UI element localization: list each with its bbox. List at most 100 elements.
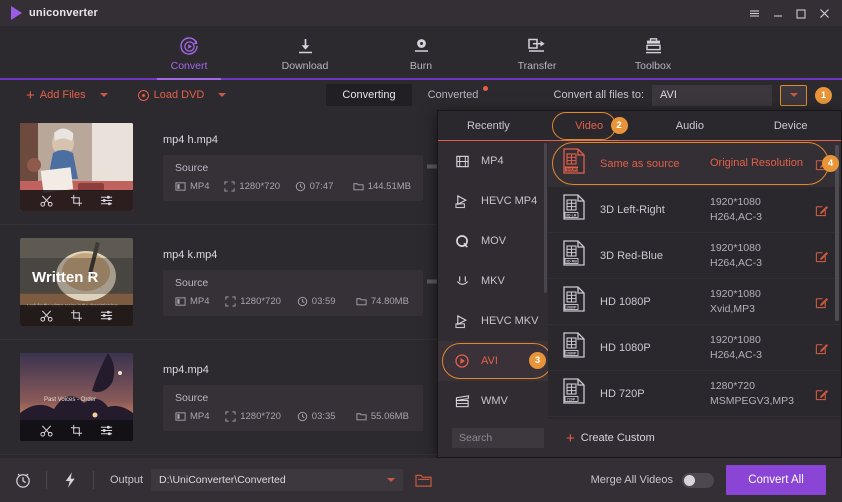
effect-icon[interactable] [100,424,113,437]
nav-item-toolbox[interactable]: Toolbox [615,32,691,72]
file-thumbnail[interactable] [20,123,133,211]
chevron-down-icon [789,93,798,97]
crop-icon[interactable] [70,424,83,437]
schedule-icon[interactable] [0,471,46,489]
preset-resolution: 1920*1080 [710,333,761,346]
hevc-mkv-icon [452,314,472,329]
resolution-icon [224,180,235,192]
nav-item-download[interactable]: Download [267,32,343,72]
add-files-caret-icon[interactable] [99,93,108,97]
format-select-caret-button[interactable] [780,84,807,106]
preset-name: HD 720P [600,387,645,400]
file-duration-value: 07:47 [309,180,334,192]
effect-icon[interactable] [100,194,113,207]
file-resolution-value: 1280*720 [239,180,281,192]
preset-hd-720p[interactable]: 720P HD 720P 1280*720 MSMPEGV3,MP3 [548,371,841,417]
crop-icon[interactable] [70,309,83,322]
source-file-icon: SOURCE [562,148,586,179]
file-thumbnail[interactable]: Past Voices - Order [20,353,133,441]
plus-icon: + [566,429,575,447]
hardware-acceleration-icon[interactable] [47,471,93,489]
file-size: 74.80MB [356,296,411,307]
preset-hd-1080p-xvid[interactable]: 1080P HD 1080P 1920*1080 Xvid,MP3 [548,279,841,325]
crop-icon[interactable] [70,194,83,207]
trim-icon[interactable] [40,309,53,322]
tab-converting[interactable]: Converting [326,84,412,106]
edit-preset-icon[interactable] [815,387,829,401]
preset-hd-1080p-h264[interactable]: 1080P HD 1080P 1920*1080 H264,AC-3 [548,325,841,371]
3d-lr-file-icon: 3D LR [562,194,586,225]
tab-recently[interactable]: Recently [438,111,539,141]
menu-icon[interactable] [748,7,761,20]
load-dvd-caret-icon[interactable] [218,93,227,97]
preset-name: 3D Red-Blue [600,249,663,262]
edit-preset-icon[interactable] [815,249,829,263]
close-button[interactable] [818,7,831,20]
preset-spec: 1920*1080 H264,AC-3 [710,241,815,271]
convert-all-label: Convert All [748,474,804,486]
tab-audio[interactable]: Audio [640,111,741,141]
edit-preset-icon[interactable] [815,295,829,309]
file-resolution-value: 1280*720 [240,295,281,307]
format-item-hevc-mkv[interactable]: HEVC MKV [438,301,548,341]
effect-icon[interactable] [100,309,113,322]
load-dvd-button[interactable]: Load DVD [134,89,209,101]
wmv-icon [452,394,472,409]
preset-list-scrollbar[interactable] [835,145,839,321]
mkv-icon [452,274,472,289]
output-path-select[interactable]: D:\UniConverter\Converted [151,469,404,491]
create-custom-button[interactable]: + Create Custom [566,431,655,446]
resolution-icon [225,295,236,307]
format-item-avi[interactable]: AVI 3 [438,341,548,381]
preset-3d-left-right[interactable]: 3D LR 3D Left-Right 1920*1080 H264,AC-3 [548,187,841,233]
tab-converted[interactable]: Converted [412,84,495,106]
file-container: MP4 [175,181,220,192]
format-dropdown-panel: Recently Video 2 Audio Device MP4 HEVC M… [437,110,842,458]
format-label: HEVC MKV [481,315,539,327]
file-resolution: 1280*720 [225,411,293,422]
svg-text:1080P: 1080P [566,351,577,355]
preset-name: Same as source [600,157,680,170]
format-item-mp4[interactable]: MP4 [438,141,548,181]
divider [93,471,94,489]
preset-same-as-source[interactable]: SOURCE Same as source Original Resolutio… [548,141,841,187]
merge-all-videos-toggle[interactable] [682,472,714,488]
load-dvd-label: Load DVD [153,89,205,101]
svg-text:720P: 720P [567,397,576,401]
nav-item-burn[interactable]: Burn [383,32,459,72]
nav-item-transfer[interactable]: Transfer [499,32,575,72]
svg-text:1080P: 1080P [566,305,577,309]
preset-list[interactable]: SOURCE Same as source Original Resolutio… [548,141,841,419]
open-folder-icon[interactable] [415,473,432,488]
hevc-mp4-icon [452,194,472,209]
mp4-icon [452,154,472,169]
nav-label-toolbox: Toolbox [634,60,672,72]
mov-icon [452,234,472,249]
maximize-button[interactable] [795,7,807,20]
format-item-hevc-mp4[interactable]: HEVC MP4 [438,181,548,221]
edit-preset-icon[interactable] [815,203,829,217]
tab-video[interactable]: Video 2 [539,111,640,142]
format-list[interactable]: MP4 HEVC MP4 MOV MKV HEVC MKV AVI 3 WMV [438,141,548,419]
file-container-value: MP4 [190,295,210,307]
preset-resolution: Original Resolution [710,157,803,169]
format-select[interactable]: AVI [652,84,772,106]
minimize-button[interactable] [772,7,784,20]
file-thumbnail[interactable]: Written R Look for the written recipe in… [20,238,133,326]
nav-item-convert[interactable]: Convert [151,32,227,80]
format-item-mov[interactable]: MOV [438,221,548,261]
panel-body: MP4 HEVC MP4 MOV MKV HEVC MKV AVI 3 WMV … [438,141,841,419]
file-size-value: 74.80MB [370,295,409,307]
edit-preset-icon[interactable] [815,341,829,355]
file-tools-bar [20,420,133,441]
trim-icon[interactable] [40,424,53,437]
add-files-button[interactable]: + Add Files [22,88,90,103]
format-list-scrollbar[interactable] [544,143,547,293]
format-item-mkv[interactable]: MKV [438,261,548,301]
format-item-wmv[interactable]: WMV [438,381,548,419]
preset-3d-red-blue[interactable]: 3D RB 3D Red-Blue 1920*1080 H264,AC-3 [548,233,841,279]
tab-device[interactable]: Device [740,111,841,141]
convert-all-button[interactable]: Convert All [726,465,826,495]
trim-icon[interactable] [40,194,53,207]
search-input[interactable] [452,428,544,448]
